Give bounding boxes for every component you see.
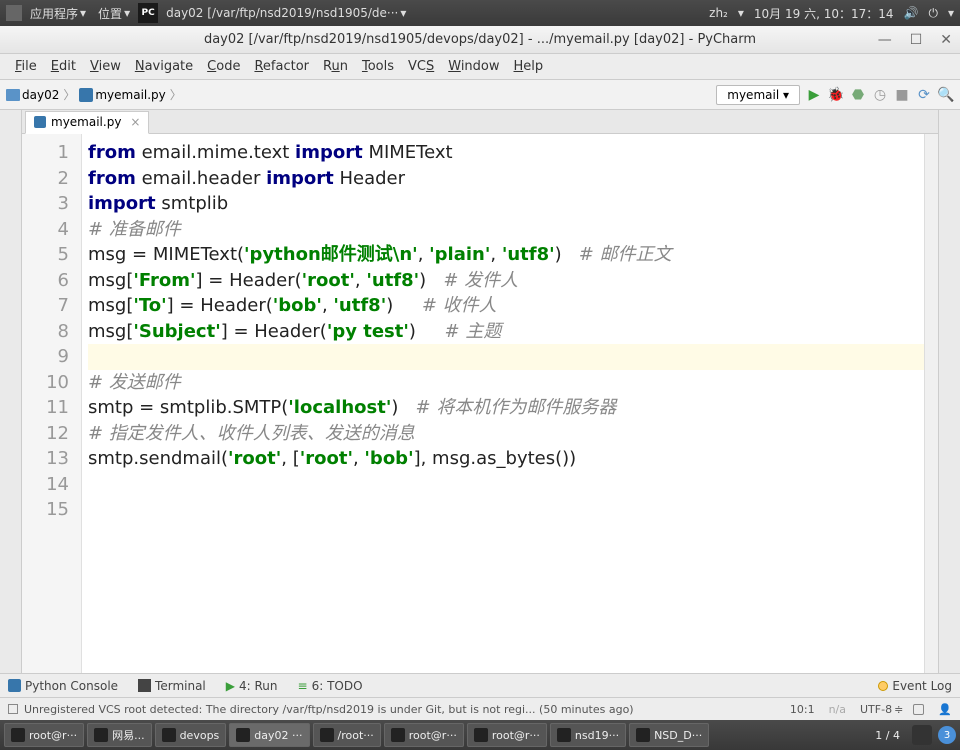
navigation-bar: day02 〉 myemail.py 〉 myemail ▾ ▶ 🐞 ⬣ ◷ ■…: [0, 80, 960, 110]
app-icon: [636, 728, 650, 742]
menu-view[interactable]: View: [83, 59, 128, 74]
right-tool-stripe[interactable]: [938, 110, 960, 673]
debug-icon[interactable]: 🐞: [828, 87, 844, 103]
workspace-switcher[interactable]: 1 / 4 3: [875, 725, 956, 745]
terminal-icon: [138, 679, 151, 692]
hector-icon[interactable]: 👤: [938, 703, 952, 716]
places-menu[interactable]: 位置 ▾: [94, 5, 134, 22]
app-icon: [11, 728, 25, 742]
menu-navigate[interactable]: Navigate: [128, 59, 200, 74]
todo-icon: ≡: [298, 679, 308, 693]
code-content[interactable]: from email.mime.text import MIMETextfrom…: [82, 134, 924, 673]
tool-event-log[interactable]: Event Log: [878, 679, 952, 693]
menu-file[interactable]: File: [8, 59, 44, 74]
menu-run[interactable]: Run: [316, 59, 355, 74]
hide-tool-windows-icon[interactable]: [8, 704, 18, 714]
chevron-right-icon: 〉: [63, 86, 75, 103]
taskbar-item[interactable]: root@r···: [384, 723, 464, 747]
app-icon: [391, 728, 405, 742]
menu-vcs[interactable]: VCS: [401, 59, 441, 74]
app-icon: [474, 728, 488, 742]
readonly-lock-icon[interactable]: [913, 704, 924, 715]
window-title: day02 [/var/ftp/nsd2019/nsd1905/devops/d…: [204, 32, 756, 47]
clock[interactable]: 10月 19 六, 10：17：14: [754, 5, 894, 22]
maximize-button[interactable]: ☐: [910, 32, 923, 48]
taskbar-item[interactable]: devops: [155, 723, 227, 747]
taskbar-item[interactable]: root@r···: [467, 723, 547, 747]
left-tool-stripe[interactable]: [0, 110, 22, 673]
minimize-button[interactable]: —: [878, 32, 892, 48]
tool-run[interactable]: ▶4: Run: [226, 679, 278, 693]
menu-edit[interactable]: Edit: [44, 59, 83, 74]
notification-dot-icon: [878, 681, 888, 691]
window-menu[interactable]: day02 [/var/ftp/nsd2019/nsd1905/de··· ▾: [162, 6, 410, 20]
line-separator[interactable]: n/a: [829, 703, 846, 716]
taskbar-item[interactable]: day02 ···: [229, 723, 309, 747]
editor-tabs: myemail.py ×: [22, 110, 938, 134]
window-titlebar[interactable]: day02 [/var/ftp/nsd2019/nsd1905/devops/d…: [0, 26, 960, 54]
search-everywhere-icon[interactable]: 🔍: [938, 87, 954, 103]
tool-todo[interactable]: ≡6: TODO: [298, 679, 363, 693]
app-icon: [557, 728, 571, 742]
main-area: myemail.py × 123456789101112131415 from …: [0, 110, 960, 673]
tool-python-console[interactable]: Python Console: [8, 679, 118, 693]
bottom-tool-tabs: Python Console Terminal ▶4: Run ≡6: TODO…: [0, 673, 960, 697]
taskbar-item[interactable]: root@r···: [4, 723, 84, 747]
volume-icon[interactable]: 🔊: [904, 6, 919, 20]
file-tab-myemail[interactable]: myemail.py ×: [25, 111, 149, 134]
app-icon: [320, 728, 334, 742]
python-file-icon: [79, 88, 93, 102]
close-tab-icon[interactable]: ×: [130, 115, 140, 129]
menu-help[interactable]: Help: [507, 59, 551, 74]
folder-icon: [6, 89, 20, 101]
desktop-taskbar: root@r···网易...devopsday02 ···/root···roo…: [0, 720, 960, 750]
status-message[interactable]: Unregistered VCS root detected: The dire…: [24, 703, 776, 716]
file-tab-label: myemail.py: [51, 115, 121, 129]
breadcrumb-file[interactable]: myemail.py: [95, 88, 165, 102]
run-icon[interactable]: ▶: [806, 87, 822, 103]
line-number-gutter[interactable]: 123456789101112131415: [22, 134, 82, 673]
stop-icon[interactable]: ■: [894, 87, 910, 103]
menu-code[interactable]: Code: [200, 59, 247, 74]
tool-terminal[interactable]: Terminal: [138, 679, 206, 693]
run-icon: ▶: [226, 679, 235, 693]
python-icon: [8, 679, 21, 692]
menu-bar: File Edit View Navigate Code Refactor Ru…: [0, 54, 960, 80]
code-editor[interactable]: 123456789101112131415 from email.mime.te…: [22, 134, 938, 673]
status-bar: Unregistered VCS root detected: The dire…: [0, 697, 960, 720]
gnome-foot-icon: [6, 5, 22, 21]
breadcrumb-root[interactable]: day02: [22, 88, 59, 102]
system-panel: 应用程序 ▾ 位置 ▾ PC day02 [/var/ftp/nsd2019/n…: [0, 0, 960, 26]
taskbar-item[interactable]: 网易...: [87, 723, 152, 747]
close-button[interactable]: ✕: [940, 32, 952, 48]
menu-refactor[interactable]: Refactor: [247, 59, 316, 74]
menu-tools[interactable]: Tools: [355, 59, 401, 74]
file-encoding[interactable]: UTF-8: [860, 703, 892, 716]
applications-menu[interactable]: 应用程序 ▾: [26, 5, 90, 22]
taskbar-item[interactable]: nsd19···: [550, 723, 626, 747]
power-icon[interactable]: ⏻: [928, 6, 938, 21]
cursor-position[interactable]: 10:1: [790, 703, 815, 716]
python-file-icon: [34, 116, 46, 128]
notification-badge[interactable]: 3: [938, 726, 956, 744]
app-icon: [162, 728, 176, 742]
taskbar-item[interactable]: NSD_D···: [629, 723, 709, 747]
run-config-selector[interactable]: myemail ▾: [716, 85, 800, 105]
pycharm-taskbar-icon[interactable]: PC: [138, 3, 158, 23]
update-project-icon[interactable]: ⟳: [916, 87, 932, 103]
chevron-right-icon: 〉: [170, 86, 182, 103]
app-icon: [236, 728, 250, 742]
app-icon: [94, 728, 108, 742]
run-coverage-icon[interactable]: ⬣: [850, 87, 866, 103]
profile-icon[interactable]: ◷: [872, 87, 888, 103]
taskbar-item[interactable]: /root···: [313, 723, 381, 747]
ime-indicator[interactable]: zh₂: [709, 6, 728, 20]
menu-window[interactable]: Window: [441, 59, 506, 74]
trash-icon[interactable]: [912, 725, 932, 745]
vertical-scrollbar[interactable]: [924, 134, 938, 673]
